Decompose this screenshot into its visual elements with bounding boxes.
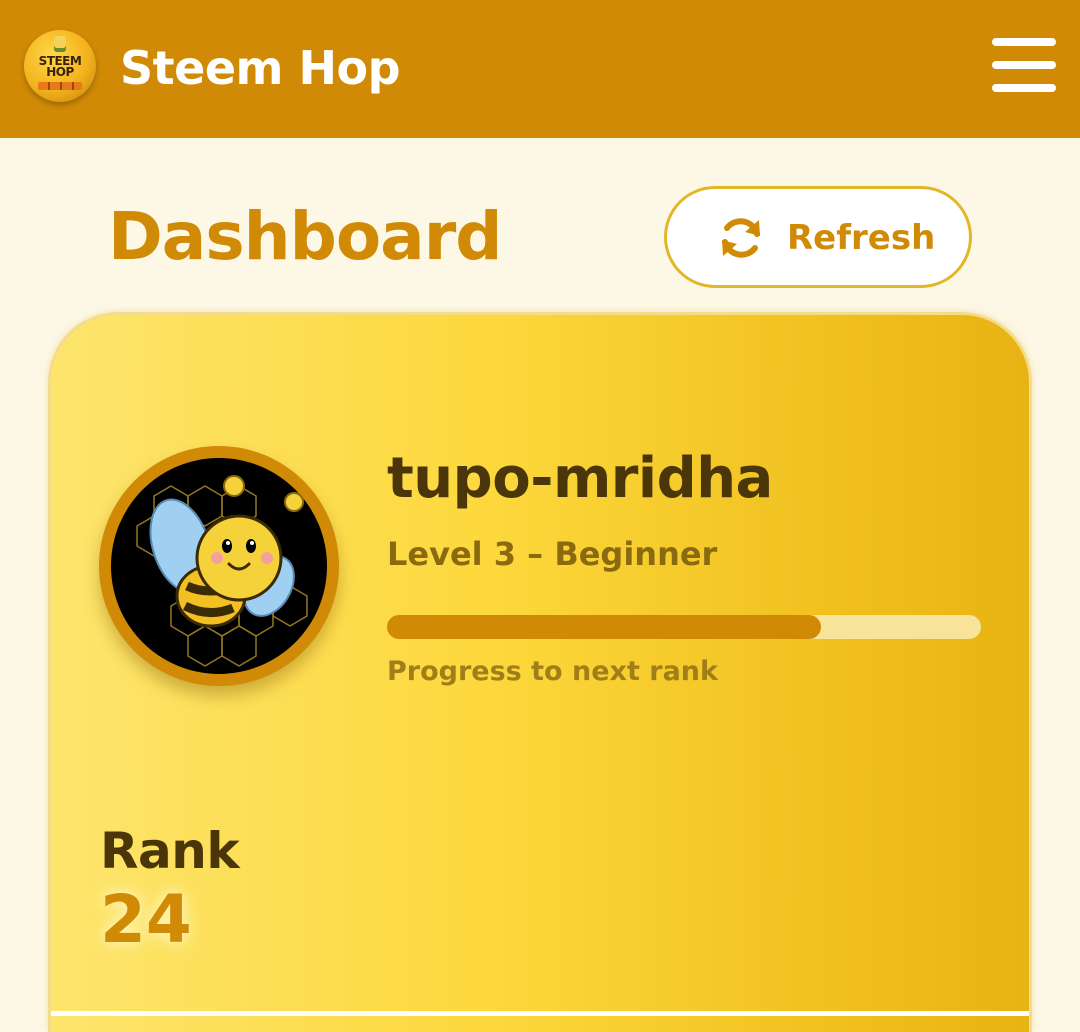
refresh-icon	[722, 218, 760, 258]
page-title: Dashboard	[108, 198, 503, 275]
hamburger-menu-icon[interactable]	[992, 36, 1056, 94]
app-title[interactable]: Steem Hop	[120, 38, 401, 98]
rank-value: 24	[100, 881, 192, 958]
progress-label: Progress to next rank	[387, 656, 718, 687]
rank-label: Rank	[100, 822, 240, 880]
avatar[interactable]	[99, 446, 339, 686]
rank-progress-fill	[387, 615, 821, 639]
card-divider	[51, 1011, 1029, 1016]
refresh-label: Refresh	[787, 218, 936, 258]
logo-text: STEEM HOP	[38, 54, 82, 79]
steem-hop-logo[interactable]: STEEM HOP	[24, 30, 96, 102]
app-header: STEEM HOP Steem Hop	[0, 0, 1080, 138]
logo-bricks-icon	[38, 82, 82, 90]
logo-bird-icon	[54, 36, 66, 52]
refresh-button[interactable]: Refresh	[664, 186, 972, 288]
rank-progress-bar	[387, 615, 981, 639]
username: tupo-mridha	[387, 446, 773, 511]
level-text: Level 3 – Beginner	[387, 535, 718, 573]
bee-avatar-icon	[111, 458, 327, 674]
